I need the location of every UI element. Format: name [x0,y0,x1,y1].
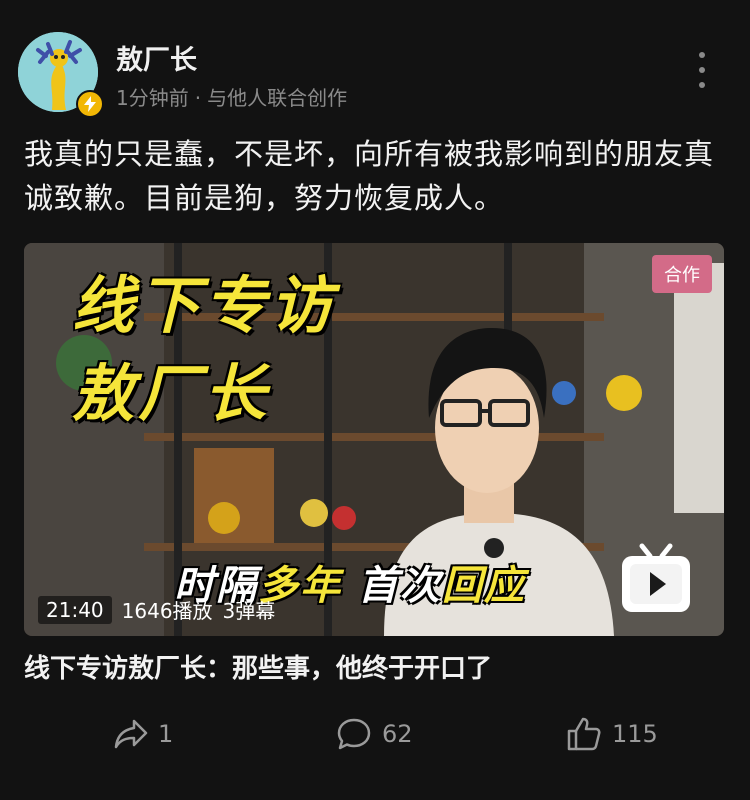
avatar[interactable] [18,32,104,118]
share-icon [114,719,148,749]
headline-part-4: 回应 [441,563,526,609]
comment-count: 62 [382,720,413,748]
danmaku-count: 3弹幕 [222,599,276,623]
comment-button[interactable]: 62 [336,716,413,752]
video-title-line1: 线下专访 [72,269,337,342]
more-options-icon[interactable] [690,50,714,90]
share-button[interactable]: 1 [114,718,173,750]
headline-part-3: 首次 [342,563,442,609]
like-count: 115 [612,720,658,748]
play-count: 1646播放 [121,599,213,623]
post-meta: 1分钟前 · 与他人联合创作 [116,82,347,111]
comment-icon [337,718,371,750]
video-caption[interactable]: 线下专访敖厂长：那些事，他终于开口了 [24,648,492,685]
collab-note: 与他人联合创作 [207,86,348,110]
video-title-line2: 敖厂长 [72,357,271,430]
video-duration: 21:40 [38,595,112,624]
video-card[interactable]: 合作 线下专访 敖厂长 时隔多年 首次回应 21:40 1646播放 3弹幕 [24,243,724,636]
bilibili-tv-icon[interactable] [618,540,694,616]
verified-lightning-icon [76,90,104,118]
post-time: 1分钟前 [116,86,189,110]
video-stats: 21:40 1646播放 3弹幕 [38,595,275,624]
like-button[interactable]: 115 [566,716,658,752]
collab-badge: 合作 [652,255,712,293]
thumbs-up-icon [567,717,601,751]
meta-separator: · [194,86,202,110]
post-text: 我真的只是蠢，不是坏，向所有被我影响到的朋友真诚致歉。目前是狗，努力恢复成人。 [24,137,715,215]
share-count: 1 [158,720,174,748]
action-bar: 1 62 115 [0,714,750,758]
author-name[interactable]: 敖厂长 [116,38,197,77]
